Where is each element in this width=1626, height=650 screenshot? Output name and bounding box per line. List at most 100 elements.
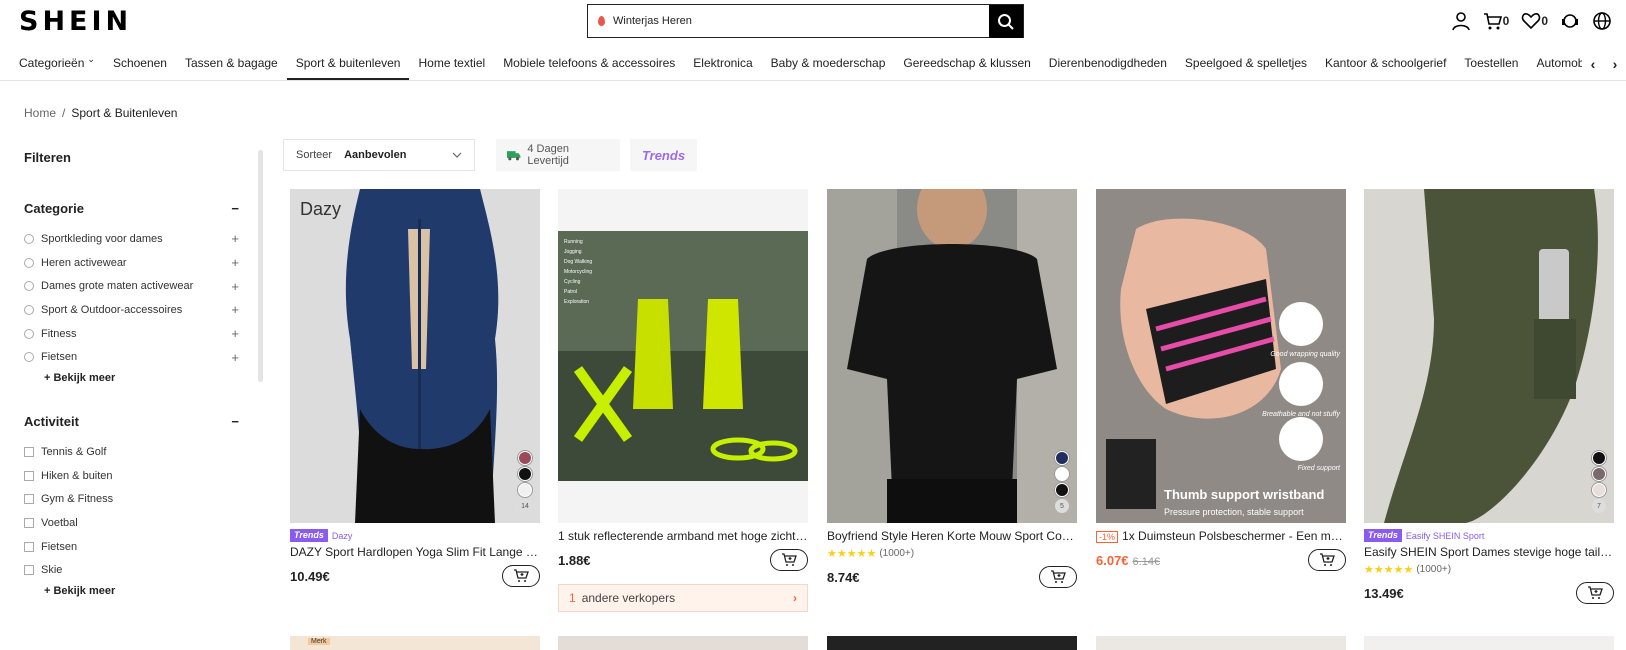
nav-item[interactable]: Automob: [1527, 48, 1590, 80]
product-name[interactable]: 1 stuk reflecterende armband met hoge zi…: [558, 529, 808, 543]
collapse-icon[interactable]: −: [231, 414, 239, 429]
category-filter-item[interactable]: Dames grote maten activewear +: [24, 274, 239, 298]
trends-filter-chip[interactable]: Trends: [630, 139, 697, 171]
add-to-cart-button[interactable]: [1576, 582, 1614, 604]
add-to-cart-button[interactable]: [502, 565, 540, 587]
wishlist-button[interactable]: 0: [1521, 11, 1548, 31]
nav-item[interactable]: Categorieën: [10, 48, 84, 80]
expand-icon[interactable]: +: [229, 350, 239, 365]
product-card-partial[interactable]: [827, 636, 1077, 650]
activiteit-header[interactable]: Activiteit −: [24, 414, 239, 429]
store-badge[interactable]: Easify SHEIN Sport: [1406, 531, 1485, 541]
checkbox[interactable]: [24, 541, 34, 552]
nav-item[interactable]: Sport & buitenleven: [286, 48, 410, 80]
swatch[interactable]: [518, 483, 532, 497]
checkbox[interactable]: [24, 494, 34, 505]
category-filter-item[interactable]: Fitness +: [24, 322, 239, 346]
delivery-filter-chip[interactable]: 4 Dagen Levertijd: [496, 139, 620, 171]
product-card[interactable]: 5 Boyfriend Style Heren Korte Mouw Sport…: [827, 189, 1077, 589]
store-badge[interactable]: Dazy: [332, 531, 353, 541]
nav-item[interactable]: Elektronica: [684, 48, 761, 80]
nav-item[interactable]: Schoenen: [104, 48, 176, 80]
radio-button[interactable]: [24, 304, 34, 315]
activiteit-more-link[interactable]: + Bekijk meer: [24, 585, 239, 597]
product-image[interactable]: Running Jogging Dog Walking Motorcycling Cyc…: [558, 189, 808, 523]
other-sellers-link[interactable]: 1 andere verkopers ›: [558, 584, 808, 612]
product-name-row[interactable]: -1% 1x Duimsteun Polsbeschermer - Een maa…: [1096, 529, 1346, 543]
support-button[interactable]: [1560, 11, 1580, 31]
nav-item[interactable]: Toestellen: [1455, 48, 1527, 80]
nav-item[interactable]: Speelgoed & spelletjes: [1176, 48, 1316, 80]
swatch[interactable]: [518, 451, 532, 465]
add-to-cart-button[interactable]: [1039, 566, 1077, 588]
product-image[interactable]: Good wrapping quality Breathable and not…: [1096, 189, 1346, 523]
radio-button[interactable]: [24, 281, 34, 292]
account-button[interactable]: [1451, 11, 1471, 31]
language-button[interactable]: [1592, 11, 1612, 31]
sort-dropdown[interactable]: Sorteer Aanbevolen: [283, 139, 475, 171]
categorie-more-link[interactable]: + Bekijk meer: [24, 372, 239, 384]
expand-icon[interactable]: +: [229, 279, 239, 294]
nav-next-icon[interactable]: ›: [1613, 56, 1618, 72]
activity-filter-item[interactable]: Fietsen: [24, 535, 239, 559]
collapse-icon[interactable]: −: [231, 201, 239, 216]
product-image[interactable]: 7: [1364, 189, 1614, 523]
expand-icon[interactable]: +: [229, 302, 239, 317]
search-bar[interactable]: Winterjas Heren: [587, 4, 1024, 38]
add-to-cart-button[interactable]: [1308, 549, 1346, 571]
search-button[interactable]: [989, 5, 1023, 38]
nav-item[interactable]: Baby & moederschap: [762, 48, 895, 80]
product-card-partial[interactable]: Merk: [290, 636, 540, 650]
product-card-partial[interactable]: [1364, 636, 1614, 650]
nav-item[interactable]: Mobiele telefoons & accessoires: [494, 48, 684, 80]
checkbox[interactable]: [24, 470, 34, 481]
radio-button[interactable]: [24, 352, 34, 363]
swatch[interactable]: [1055, 451, 1069, 465]
product-card-partial[interactable]: [1096, 636, 1346, 650]
category-filter-item[interactable]: Sportkleding voor dames +: [24, 227, 239, 251]
product-image[interactable]: Dazy 14: [290, 189, 540, 523]
radio-button[interactable]: [24, 257, 34, 268]
swatch[interactable]: [1592, 483, 1606, 497]
radio-button[interactable]: [24, 328, 34, 339]
expand-icon[interactable]: +: [229, 231, 239, 246]
nav-item[interactable]: Kantoor & schoolgerief: [1316, 48, 1455, 80]
category-filter-item[interactable]: Heren activewear +: [24, 251, 239, 275]
product-card[interactable]: Running Jogging Dog Walking Motorcycling Cyc…: [558, 189, 808, 612]
swatch[interactable]: [1592, 451, 1606, 465]
product-card[interactable]: Dazy 14 Trends Dazy DAZY Sport Hardlopen…: [290, 189, 540, 588]
product-image[interactable]: 5: [827, 189, 1077, 523]
product-card[interactable]: 7 Trends Easify SHEIN Sport Easify SHEIN…: [1364, 189, 1614, 605]
shein-logo[interactable]: SHEIN: [19, 6, 132, 37]
activity-filter-item[interactable]: Tennis & Golf: [24, 440, 239, 464]
product-name[interactable]: DAZY Sport Hardlopen Yoga Slim Fit Lange…: [290, 545, 540, 559]
product-card-partial[interactable]: [558, 636, 808, 650]
search-input[interactable]: Winterjas Heren: [588, 5, 989, 37]
swatch[interactable]: [518, 467, 532, 481]
checkbox[interactable]: [24, 518, 34, 529]
cart-button[interactable]: 0: [1483, 11, 1509, 31]
expand-icon[interactable]: +: [229, 326, 239, 341]
nav-item[interactable]: Home textiel: [409, 48, 494, 80]
product-name[interactable]: Easify SHEIN Sport Dames stevige hoge ta…: [1364, 545, 1614, 559]
product-name[interactable]: Boyfriend Style Heren Korte Mouw Sport C…: [827, 529, 1077, 543]
swatch[interactable]: [1592, 467, 1606, 481]
activity-filter-item[interactable]: Voetbal: [24, 511, 239, 535]
activity-filter-item[interactable]: Gym & Fitness: [24, 488, 239, 512]
categorie-header[interactable]: Categorie −: [24, 201, 239, 216]
expand-icon[interactable]: +: [229, 255, 239, 270]
nav-item[interactable]: Tassen & bagage: [176, 48, 287, 80]
activity-filter-item[interactable]: Skie: [24, 559, 239, 583]
breadcrumb-home[interactable]: Home: [24, 106, 56, 120]
sidebar-scrollbar[interactable]: [258, 150, 263, 382]
checkbox[interactable]: [24, 446, 34, 457]
category-filter-item[interactable]: Sport & Outdoor-accessoires +: [24, 298, 239, 322]
nav-item[interactable]: Gereedschap & klussen: [894, 48, 1039, 80]
checkbox[interactable]: [24, 565, 34, 576]
product-card[interactable]: Good wrapping quality Breathable and not…: [1096, 189, 1346, 572]
swatch[interactable]: [1055, 483, 1069, 497]
nav-item[interactable]: Dierenbenodigdheden: [1040, 48, 1176, 80]
nav-prev-icon[interactable]: ‹: [1591, 56, 1596, 72]
radio-button[interactable]: [24, 233, 34, 244]
activity-filter-item[interactable]: Hiken & buiten: [24, 464, 239, 488]
